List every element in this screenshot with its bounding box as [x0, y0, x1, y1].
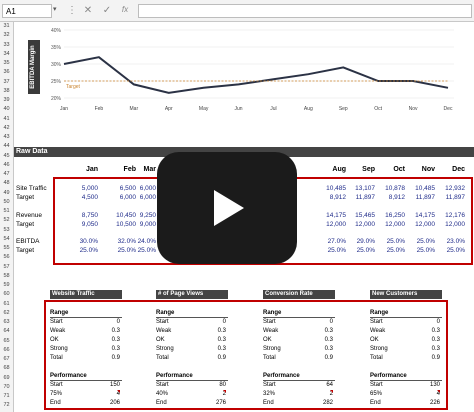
- formula-input[interactable]: [138, 4, 472, 18]
- row-header[interactable]: 35: [0, 59, 13, 68]
- row-header[interactable]: 32: [0, 31, 13, 40]
- row-header[interactable]: 44: [0, 142, 13, 151]
- cancel-icon[interactable]: ✕: [82, 5, 94, 16]
- video-player-overlay[interactable]: [157, 152, 297, 264]
- row-header[interactable]: 64: [0, 327, 13, 336]
- ebitda-margin-chart: EBITDA Margin 40% 35% 30% 25% 20% Jan Feb Mar Apr…: [28, 28, 454, 112]
- y-axis-label: EBITDA Margin: [30, 45, 36, 89]
- row-header[interactable]: 33: [0, 41, 13, 50]
- month-header: Mar: [143, 166, 156, 173]
- row-label: EBITDA: [16, 238, 40, 245]
- panel-title: # of Page Views: [156, 290, 228, 299]
- row-headers: 31 32 33 34 35 36 37 38 39 40 41 42 43 44 45 46 47 48 49 50…: [0, 22, 14, 412]
- y-tick-label: 30%: [51, 62, 62, 68]
- row-header[interactable]: 70: [0, 383, 13, 392]
- x-tick-label: Jun: [235, 106, 243, 112]
- x-tick-label: Apr: [165, 106, 173, 112]
- panel-title: New Customers: [370, 290, 442, 299]
- row-header[interactable]: 65: [0, 337, 13, 346]
- x-tick-label: Nov: [409, 106, 418, 112]
- row-header[interactable]: 50: [0, 198, 13, 207]
- confirm-icon[interactable]: ✓: [101, 5, 113, 16]
- row-header[interactable]: 57: [0, 263, 13, 272]
- row-label: Target: [16, 221, 35, 228]
- row-header[interactable]: 39: [0, 96, 13, 105]
- formula-bar: A1 ▾ ⋮ ✕ ✓ fx: [0, 0, 474, 22]
- row-header[interactable]: 61: [0, 300, 13, 309]
- month-header: Jan: [85, 166, 98, 173]
- row-header[interactable]: 36: [0, 68, 13, 77]
- x-tick-label: Oct: [374, 106, 382, 112]
- row-header[interactable]: 55: [0, 244, 13, 253]
- row-header[interactable]: 54: [0, 235, 13, 244]
- row-header[interactable]: 59: [0, 281, 13, 290]
- row-header[interactable]: 31: [0, 22, 13, 31]
- y-tick-label: 40%: [51, 28, 62, 34]
- row-header[interactable]: 34: [0, 50, 13, 59]
- row-header[interactable]: 62: [0, 309, 13, 318]
- row-header[interactable]: 68: [0, 364, 13, 373]
- row-header[interactable]: 37: [0, 78, 13, 87]
- x-tick-label: Sep: [339, 106, 348, 112]
- target-series-label: Target: [66, 84, 81, 90]
- x-tick-label: Jan: [60, 106, 68, 112]
- row-header[interactable]: 40: [0, 105, 13, 114]
- month-header: Dec: [452, 166, 465, 173]
- chevron-down-icon[interactable]: ▾: [53, 5, 57, 13]
- row-header[interactable]: 60: [0, 290, 13, 299]
- row-header[interactable]: 58: [0, 272, 13, 281]
- row-header[interactable]: 53: [0, 226, 13, 235]
- name-box[interactable]: A1: [2, 4, 52, 18]
- panel-title: Conversion Rate: [263, 290, 335, 299]
- fx-icon[interactable]: fx: [119, 5, 131, 14]
- panel-title: Website Traffic: [50, 290, 122, 299]
- row-header[interactable]: 46: [0, 161, 13, 170]
- row-header[interactable]: 72: [0, 401, 13, 410]
- row-header[interactable]: 67: [0, 355, 13, 364]
- row-header[interactable]: 48: [0, 179, 13, 188]
- row-header[interactable]: 69: [0, 374, 13, 383]
- row-header[interactable]: 56: [0, 253, 13, 262]
- row-header[interactable]: 42: [0, 124, 13, 133]
- x-tick-label: Aug: [304, 106, 313, 112]
- y-tick-label: 25%: [51, 79, 62, 85]
- row-header[interactable]: 45: [0, 152, 13, 161]
- row-header[interactable]: 51: [0, 207, 13, 216]
- row-header[interactable]: 43: [0, 133, 13, 142]
- row-header[interactable]: 52: [0, 216, 13, 225]
- row-label: Revenue: [16, 212, 43, 219]
- y-tick-label: 35%: [51, 45, 62, 51]
- y-tick-label: 20%: [51, 96, 62, 102]
- row-header[interactable]: 71: [0, 392, 13, 401]
- x-tick-label: Mar: [130, 106, 139, 112]
- row-label: Site Traffic: [16, 185, 47, 192]
- x-tick-label: May: [199, 106, 209, 112]
- row-header[interactable]: 63: [0, 318, 13, 327]
- more-icon: ⋮: [67, 5, 77, 16]
- x-tick-label: Feb: [95, 106, 104, 112]
- x-tick-label: Jul: [270, 106, 276, 112]
- row-header[interactable]: 41: [0, 115, 13, 124]
- row-header[interactable]: 49: [0, 189, 13, 198]
- row-header[interactable]: 66: [0, 346, 13, 355]
- row-header[interactable]: 38: [0, 87, 13, 96]
- play-icon[interactable]: [214, 190, 244, 226]
- kpi-highlight: [44, 300, 448, 410]
- ebitda-series-line: [63, 56, 449, 94]
- row-header[interactable]: 47: [0, 170, 13, 179]
- row-label: Target: [16, 247, 35, 254]
- x-tick-label: Dec: [444, 106, 453, 112]
- row-label: Target: [16, 194, 35, 201]
